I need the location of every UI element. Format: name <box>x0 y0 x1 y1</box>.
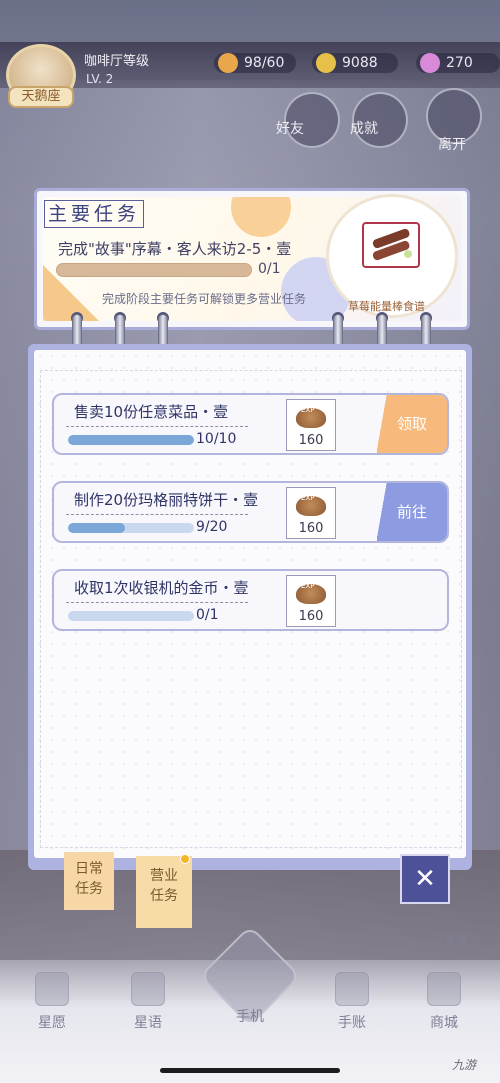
task-row: 售卖10份任意菜品・壹 10/10 EXP 160 领取 <box>52 393 449 455</box>
gold-resource[interactable]: 9088 <box>312 53 398 73</box>
go-button[interactable]: 前往 <box>377 483 447 541</box>
avatar-badge: 天鹅座 <box>8 86 74 108</box>
gold-coin-icon <box>316 53 336 73</box>
decor-circle <box>231 197 291 237</box>
nav-label: 商城 <box>430 1015 458 1031</box>
task-progress-bar <box>68 435 194 445</box>
cafe-level-label: 咖啡厅等级 <box>84 54 150 69</box>
nav-item-phone[interactable]: 手机 <box>220 1006 280 1026</box>
home-indicator <box>160 1068 340 1073</box>
diamond-value: 270 <box>446 55 473 71</box>
exp-tag: EXP <box>301 494 315 502</box>
nav-item-journal[interactable]: 手账 <box>322 972 382 1032</box>
nav-label: 手账 <box>338 1015 366 1031</box>
task-name: 售卖10份任意菜品・壹 <box>74 403 229 421</box>
notification-dot <box>180 854 190 864</box>
nav-label: 星语 <box>134 1015 162 1031</box>
task-divider <box>66 426 248 427</box>
energy-icon <box>218 53 238 73</box>
exp-tag: EXP <box>301 406 315 414</box>
nav-item-wishes[interactable]: 星愿 <box>22 972 82 1032</box>
claim-button[interactable]: 领取 <box>377 395 447 453</box>
reward-label: 草莓能量棒食谱 <box>348 300 425 313</box>
tab-daily-tasks[interactable]: 日常 任务 <box>64 852 114 910</box>
wish-icon <box>35 972 69 1006</box>
task-progress-fill <box>68 435 194 445</box>
task-progress-bar <box>68 523 194 533</box>
watermark: 九游 <box>452 1058 477 1072</box>
cards-icon <box>131 972 165 1006</box>
nav-item-shop[interactable]: 商城 <box>414 972 474 1032</box>
strawberry-bar-icon <box>362 222 420 268</box>
tab-business-tasks[interactable]: 营业 任务 <box>136 856 192 928</box>
main-task-hint: 完成阶段主要任务可解锁更多营业任务 <box>102 292 307 306</box>
main-task-text: 完成"故事"序幕・客人来访2-5・壹 <box>58 240 292 258</box>
exp-reward-box: EXP 160 <box>286 487 336 539</box>
diamond-icon <box>420 53 440 73</box>
task-row: 制作20份玛格丽特饼干・壹 9/20 EXP 160 前往 <box>52 481 449 543</box>
main-task-progress-bar <box>56 263 252 277</box>
recipe-side-label[interactable]: 食谱 <box>426 932 486 948</box>
nav-item-starwords[interactable]: 星语 <box>118 972 178 1032</box>
task-name: 收取1次收银机的金币・壹 <box>74 579 249 597</box>
energy-resource[interactable]: 98/60 <box>214 53 296 73</box>
shop-icon <box>427 972 461 1006</box>
nav-label: 星愿 <box>38 1015 66 1031</box>
level-text: LV. 2 <box>86 72 114 86</box>
exp-amount: 160 <box>298 521 324 536</box>
friends-label: 好友 <box>276 121 304 137</box>
leave-label: 离开 <box>438 137 466 153</box>
task-divider <box>66 514 248 515</box>
exp-reward-box: EXP 160 <box>286 399 336 451</box>
main-task-progress-text: 0/1 <box>258 261 281 277</box>
task-progress-bar <box>68 611 194 621</box>
exp-tag: EXP <box>301 582 315 590</box>
task-divider <box>66 602 248 603</box>
main-task-title: 主要任务 <box>44 200 144 228</box>
energy-value: 98/60 <box>244 55 285 71</box>
task-name: 制作20份玛格丽特饼干・壹 <box>74 491 259 509</box>
close-button[interactable]: ✕ <box>400 854 450 904</box>
exp-amount: 160 <box>298 609 324 624</box>
task-progress-text: 0/1 <box>196 607 219 623</box>
achievements-label: 成就 <box>350 121 378 137</box>
nav-label: 手机 <box>236 1009 264 1025</box>
diamond-resource[interactable]: 270 <box>416 53 500 73</box>
journal-icon <box>335 972 369 1006</box>
exp-amount: 160 <box>298 433 324 448</box>
task-progress-fill <box>68 523 125 533</box>
task-row: 收取1次收银机的金币・壹 0/1 EXP 160 <box>52 569 449 631</box>
task-progress-text: 10/10 <box>196 431 237 447</box>
task-progress-text: 9/20 <box>196 519 228 535</box>
gold-value: 9088 <box>342 55 378 71</box>
exp-reward-box: EXP 160 <box>286 575 336 627</box>
